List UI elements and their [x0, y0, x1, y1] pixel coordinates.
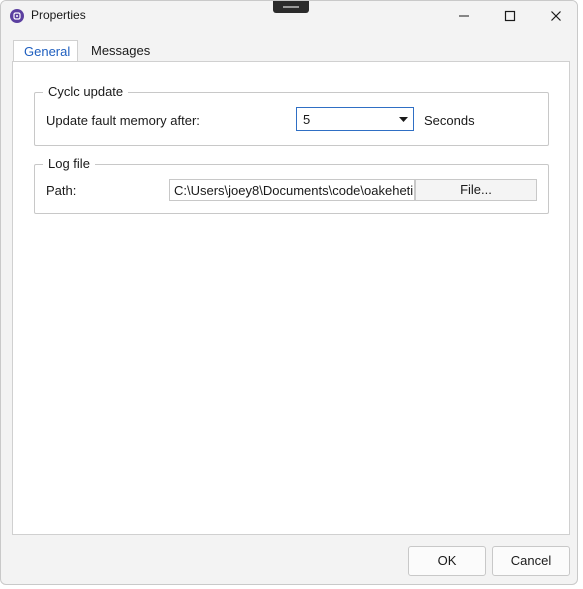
tab-messages[interactable]: Messages	[81, 40, 160, 62]
ok-button[interactable]: OK	[408, 546, 486, 576]
update-fault-memory-label: Update fault memory after:	[46, 113, 200, 128]
minimize-button[interactable]	[441, 1, 487, 31]
close-icon	[551, 11, 561, 21]
seconds-unit-label: Seconds	[424, 113, 475, 128]
window-title: Properties	[31, 8, 86, 22]
cancel-button[interactable]: Cancel	[492, 546, 570, 576]
general-tab-panel: Cyclc update Update fault memory after: …	[12, 61, 570, 535]
update-interval-select[interactable]: 5	[296, 107, 414, 131]
file-browse-button[interactable]: File...	[415, 179, 537, 201]
path-label: Path:	[46, 183, 77, 198]
properties-dialog: Properties General Messages Cyclc update…	[0, 0, 578, 585]
title-bar[interactable]: Properties	[1, 1, 577, 31]
maximize-icon	[504, 10, 516, 22]
app-icon	[10, 9, 24, 23]
minimize-icon	[459, 15, 469, 17]
snap-grip-handle[interactable]	[273, 1, 309, 13]
close-button[interactable]	[533, 1, 577, 31]
background-app-strip	[578, 0, 583, 589]
log-file-legend: Log file	[43, 156, 95, 171]
chevron-down-icon	[399, 117, 408, 122]
tab-general[interactable]: General	[13, 40, 78, 62]
cycle-update-legend: Cyclc update	[43, 84, 129, 99]
update-interval-value: 5	[303, 112, 311, 127]
maximize-button[interactable]	[487, 1, 533, 31]
log-path-field[interactable]: C:\Users\joey8\Documents\code\oakeheti	[169, 179, 415, 201]
